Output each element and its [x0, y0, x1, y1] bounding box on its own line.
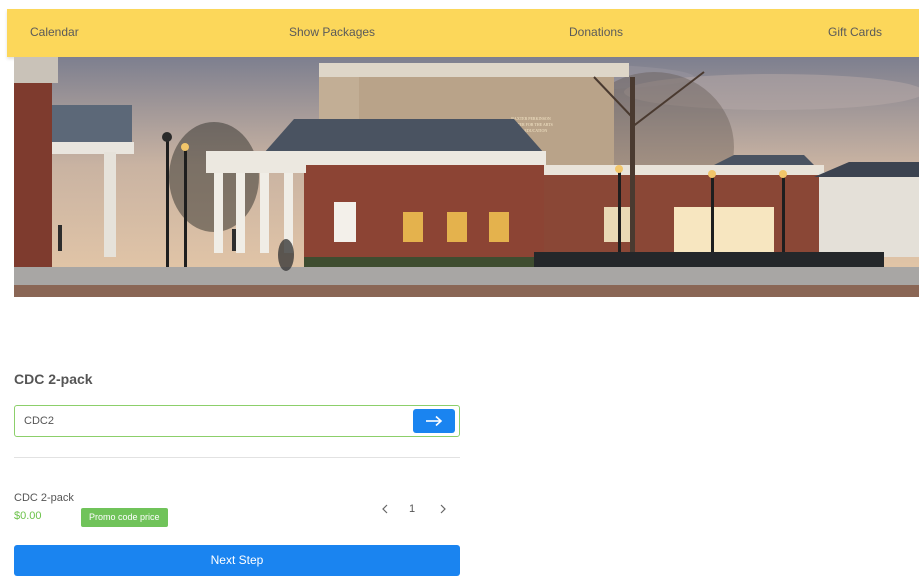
item-price: $0.00 — [14, 510, 42, 522]
quantity-decrease-button[interactable] — [377, 500, 393, 518]
nav-show-packages[interactable]: Show Packages — [289, 25, 375, 39]
quantity-increase-button[interactable] — [435, 500, 451, 518]
building-sign-line-1: BAXTER PERKINSON — [511, 116, 551, 121]
quantity-value: 1 — [409, 503, 416, 515]
promo-code-input[interactable] — [24, 406, 404, 436]
item-name: CDC 2-pack — [14, 492, 74, 504]
promo-price-badge: Promo code price — [81, 508, 168, 527]
divider — [14, 457, 460, 458]
hero-image: BAXTER PERKINSON CENTER FOR THE ARTS AND… — [14, 57, 919, 297]
top-nav: Calendar Show Packages Donations Gift Ca… — [7, 9, 919, 57]
chevron-left-icon — [382, 504, 388, 514]
arrow-right-icon — [426, 415, 443, 427]
promo-code-field — [14, 405, 460, 437]
next-step-button[interactable]: Next Step — [14, 545, 460, 576]
nav-donations[interactable]: Donations — [569, 25, 623, 39]
nav-gift-cards[interactable]: Gift Cards — [828, 25, 882, 39]
nav-calendar[interactable]: Calendar — [30, 25, 79, 39]
chevron-right-icon — [440, 504, 446, 514]
package-title: CDC 2-pack — [14, 371, 93, 387]
promo-submit-button[interactable] — [413, 409, 455, 433]
